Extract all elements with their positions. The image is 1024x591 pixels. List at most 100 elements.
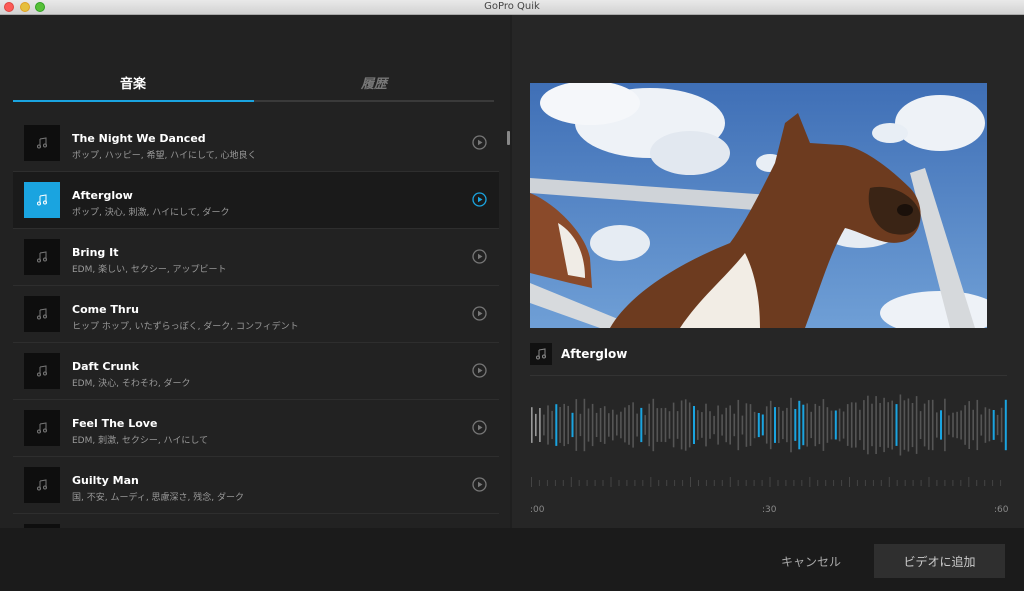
waveform-bar (769, 400, 772, 450)
play-icon[interactable] (472, 420, 487, 435)
waveform-bar (964, 405, 966, 445)
track-row[interactable]: Afterglow ポップ, 決心, 刺激, ハイにして, ダーク (13, 172, 499, 229)
add-to-video-button[interactable]: ビデオに追加 (874, 544, 1005, 578)
track-row[interactable]: The Night We Danced ポップ, ハッピー, 希望, ハイにして,… (13, 115, 499, 172)
track-row[interactable]: Guilty Man 国, 不安, ムーディ, 思慮深さ, 残念, ダーク (13, 457, 499, 514)
waveform-bar (680, 400, 683, 450)
waveform-bar (697, 410, 699, 440)
window-title: GoPro Quik (484, 1, 540, 12)
timeline-tick (904, 480, 906, 486)
timeline-tick (825, 480, 827, 486)
waveform-bar (531, 407, 533, 443)
timeline-ticks (531, 477, 1002, 487)
waveform-bar (688, 402, 691, 448)
timeline-tick (705, 480, 707, 486)
waveform-bar (620, 411, 622, 439)
timeline-tick (817, 480, 819, 486)
waveform-bar (850, 402, 853, 448)
timeline-tick (976, 480, 978, 486)
waveform-bar (741, 415, 744, 435)
track-tags: ポップ, 決心, 刺激, ハイにして, ダーク (72, 208, 230, 218)
waveform-bar (976, 399, 979, 451)
play-icon[interactable] (472, 249, 487, 264)
waveform-bar (859, 409, 861, 441)
selected-song-title: Afterglow (561, 347, 628, 361)
waveform-bar (1004, 399, 1007, 451)
timeline-tick (698, 480, 699, 486)
cancel-button[interactable]: キャンセル (768, 544, 854, 578)
waveform-bar (923, 403, 926, 447)
play-icon[interactable] (472, 135, 487, 150)
timeline-tick (785, 480, 787, 486)
active-tab-indicator (13, 100, 254, 102)
tab-history[interactable]: 履歴 (254, 75, 494, 115)
play-icon[interactable] (472, 306, 487, 321)
waveform-bar (826, 407, 829, 443)
track-row[interactable]: Daft Crunk EDM, 決心, そわそわ, ダーク (13, 343, 499, 400)
timeline-tick (666, 480, 668, 486)
timeline-tick (920, 480, 922, 486)
waveform-bar (717, 405, 719, 445)
waveform-bar (587, 408, 590, 442)
play-icon[interactable] (472, 477, 487, 492)
timeline-tick (642, 480, 644, 486)
timeline-tick (626, 480, 628, 486)
waveform-bar (555, 404, 558, 446)
waveform-bar (952, 412, 954, 438)
track-row[interactable]: Come Thru ヒップ ホップ, いたずらっぽく, ダーク, コンフィデント (13, 286, 499, 343)
waveform-bar (871, 403, 873, 447)
waveform-bar (753, 411, 756, 439)
waveform-bar (879, 403, 881, 447)
waveform-bar (684, 399, 687, 451)
timeline-tick (650, 477, 652, 487)
tab-bar: 音楽 履歴 (13, 75, 494, 118)
waveform-bar (798, 400, 801, 450)
track-row[interactable]: Bring It EDM, 楽しい, セクシー, アップビート (13, 229, 499, 286)
waveform-bar (802, 404, 805, 446)
waveform-bar (705, 403, 707, 447)
tab-music[interactable]: 音楽 (13, 75, 253, 115)
waveform-bar (547, 405, 549, 445)
time-label-mid: :30 (762, 505, 777, 515)
timeline-tick (562, 480, 564, 486)
track-row[interactable]: Hold On Tight (13, 514, 499, 528)
scrollbar-thumb[interactable] (507, 131, 510, 145)
timeline-tick (729, 477, 731, 487)
waveform-bar (838, 408, 841, 442)
waveform-bar (988, 408, 991, 442)
timeline-tick (594, 480, 596, 486)
track-row[interactable]: Feel The Love EDM, 刺激, セクシー, ハイにして (13, 400, 499, 457)
waveform-bar (774, 407, 776, 443)
timeline-tick (968, 477, 970, 487)
timeline-tick (849, 477, 850, 487)
timeline-tick (538, 480, 540, 486)
time-label-end: :60 (994, 505, 1009, 515)
music-note-icon (24, 239, 60, 275)
play-icon[interactable] (472, 192, 487, 207)
timeline-tick (610, 477, 612, 487)
waveform-bar (887, 402, 889, 448)
timeline-tick (944, 480, 946, 486)
waveform-bar (668, 411, 671, 439)
waveform-bar (810, 411, 812, 439)
waveform-bar (749, 404, 752, 446)
video-preview[interactable] (530, 83, 987, 328)
waveform-bar (984, 407, 987, 443)
waveform-bar (883, 397, 885, 453)
waveform-bar (846, 404, 849, 446)
play-icon[interactable] (472, 363, 487, 378)
waveform-bar (640, 407, 643, 443)
audio-waveform[interactable] (530, 393, 1007, 457)
waveform-bar (944, 398, 946, 452)
waveform-bar (992, 410, 995, 440)
timeline-tick (809, 477, 811, 487)
track-title: Bring It (72, 246, 119, 259)
waveform-bar (612, 409, 614, 441)
waveform-bar (757, 413, 760, 438)
timeline-tick (984, 480, 986, 486)
waveform-bar (790, 397, 792, 453)
timeline-tick (777, 480, 779, 486)
music-note-icon (24, 125, 60, 161)
waveform-bar (721, 414, 723, 436)
waveform-bar (867, 395, 869, 455)
